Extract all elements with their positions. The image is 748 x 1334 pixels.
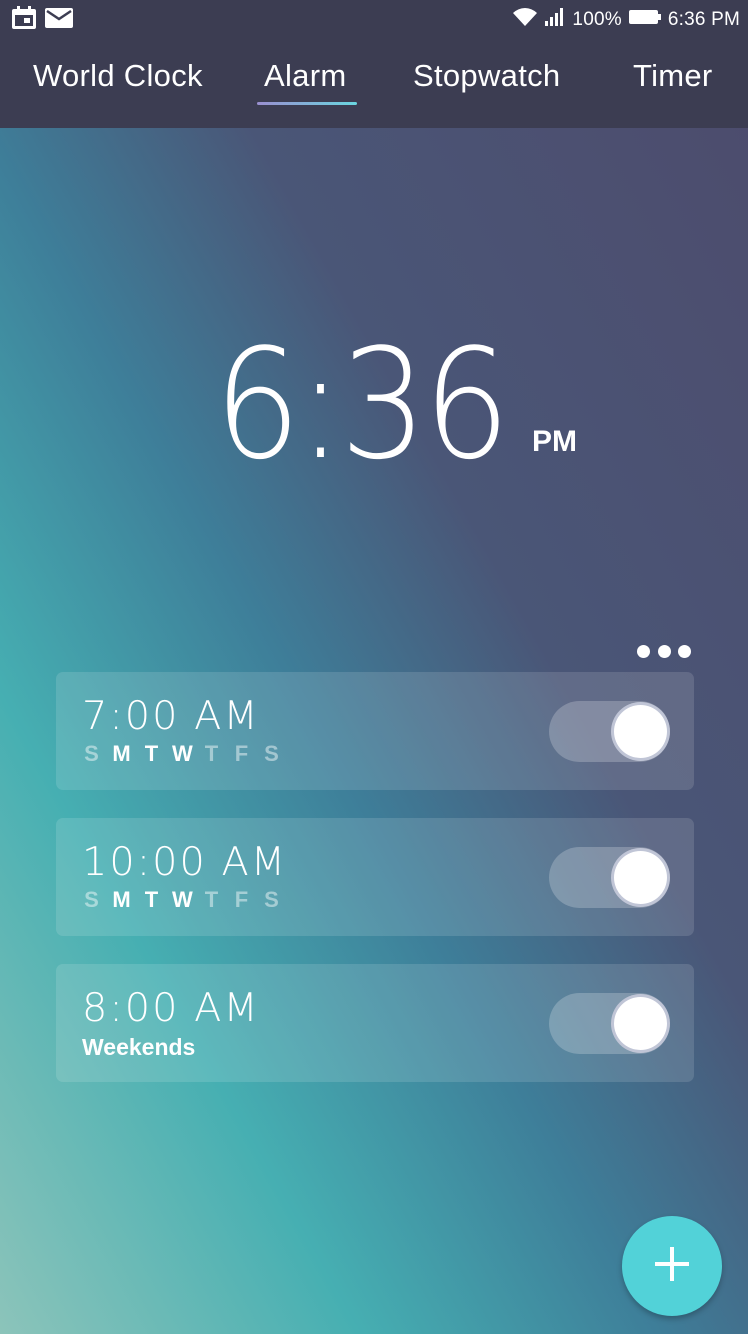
day-tuesday: T bbox=[144, 741, 159, 766]
wifi-icon bbox=[512, 7, 538, 33]
dot bbox=[657, 644, 671, 658]
plus-icon bbox=[653, 1245, 691, 1288]
status-time: 6:36 PM bbox=[667, 9, 740, 30]
alarm-item[interactable]: 10:00 AM S M T W T F S bbox=[56, 818, 694, 936]
day-thursday: T bbox=[204, 741, 219, 766]
alarm-toggle[interactable] bbox=[549, 993, 670, 1054]
alarm-days: S M T W T F S bbox=[82, 741, 281, 767]
more-options-button[interactable] bbox=[634, 640, 694, 662]
day-sunday: S bbox=[84, 887, 99, 912]
day-saturday: S bbox=[264, 887, 279, 912]
toggle-knob bbox=[611, 848, 670, 907]
tab-timer[interactable]: Timer bbox=[633, 58, 713, 94]
battery-percent: 100% bbox=[572, 9, 622, 30]
alarm-time: 7:00 AM bbox=[82, 694, 260, 739]
day-friday: F bbox=[234, 741, 249, 766]
signal-icon bbox=[544, 7, 566, 33]
day-monday: M bbox=[112, 887, 131, 912]
current-time-display: 6:36 PM bbox=[0, 325, 748, 485]
day-wednesday: W bbox=[172, 741, 193, 766]
mail-icon bbox=[44, 6, 74, 35]
calendar-icon bbox=[10, 5, 38, 36]
alarm-time: 10:00 AM bbox=[82, 840, 288, 885]
alarm-days: S M T W T F S bbox=[82, 887, 281, 913]
toggle-knob bbox=[611, 994, 670, 1053]
day-sunday: S bbox=[84, 741, 99, 766]
day-wednesday: W bbox=[172, 887, 193, 912]
tab-bar: World Clock Alarm Stopwatch Timer bbox=[0, 40, 748, 128]
clock-ampm: PM bbox=[532, 425, 577, 458]
tab-alarm[interactable]: Alarm bbox=[264, 58, 346, 94]
day-thursday: T bbox=[204, 887, 219, 912]
status-right: 100% 6:36 PM bbox=[512, 7, 740, 33]
status-bar: 100% 6:36 PM bbox=[0, 0, 748, 40]
alarm-item[interactable]: 8:00 AM Weekends bbox=[56, 964, 694, 1082]
dot bbox=[637, 644, 650, 658]
clock-time: 6:36 bbox=[214, 316, 510, 493]
status-left bbox=[10, 5, 74, 36]
day-friday: F bbox=[234, 887, 249, 912]
alarm-repeat-label: Weekends bbox=[82, 1034, 196, 1060]
alarm-item[interactable]: 7:00 AM S M T W T F S bbox=[56, 672, 694, 790]
battery-icon bbox=[628, 8, 662, 32]
alarm-toggle[interactable] bbox=[549, 847, 670, 908]
add-alarm-button[interactable] bbox=[622, 1216, 722, 1316]
tab-world-clock[interactable]: World Clock bbox=[33, 58, 203, 94]
dot bbox=[678, 644, 691, 658]
day-monday: M bbox=[112, 741, 131, 766]
tab-stopwatch[interactable]: Stopwatch bbox=[413, 58, 560, 94]
active-tab-indicator bbox=[257, 102, 357, 105]
day-saturday: S bbox=[264, 741, 279, 766]
toggle-knob bbox=[611, 702, 670, 761]
alarm-time: 8:00 AM bbox=[82, 986, 260, 1031]
alarm-toggle[interactable] bbox=[549, 701, 670, 762]
day-tuesday: T bbox=[144, 887, 159, 912]
